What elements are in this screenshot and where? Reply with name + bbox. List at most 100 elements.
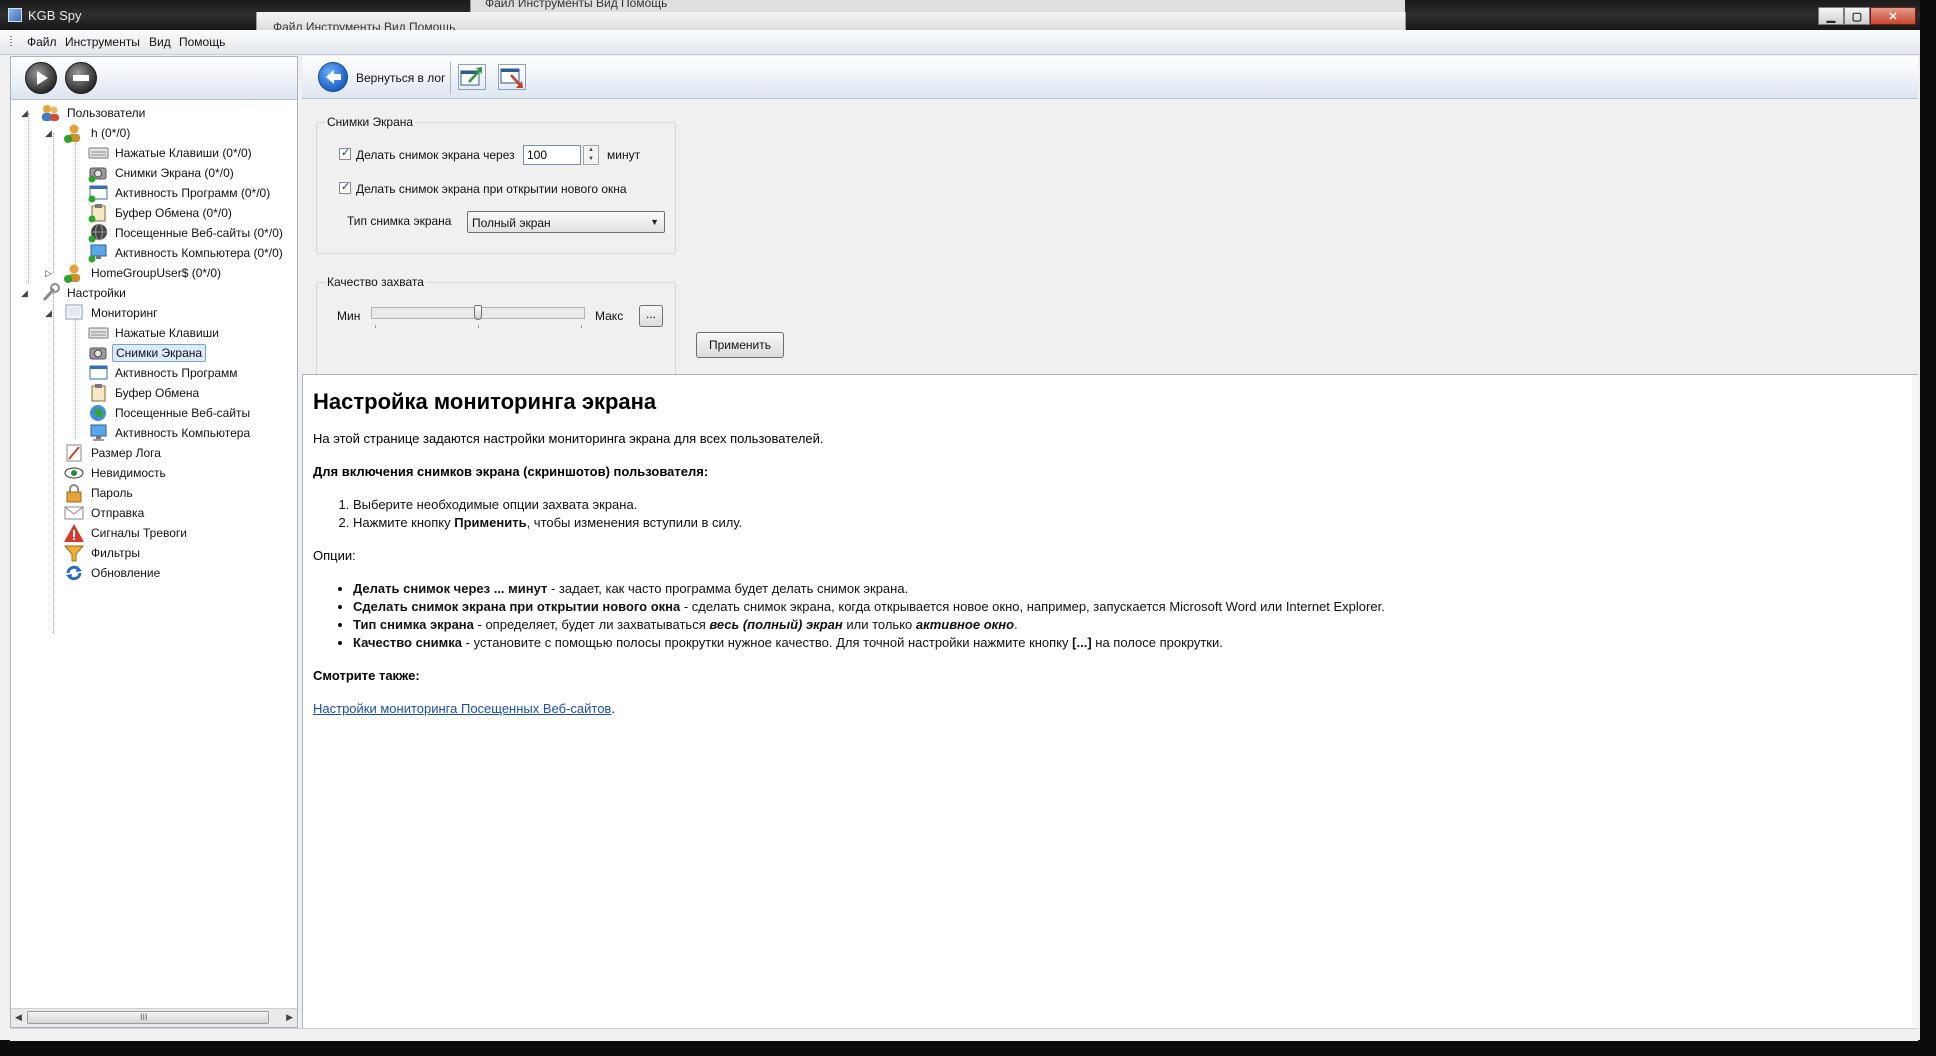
tree-item-settings[interactable]: ◢ Настройки <box>21 283 129 303</box>
title-bar[interactable]: KGB Spy Файл Инструменты Вид Помощь Файл… <box>0 0 1920 32</box>
tree-item-user-h[interactable]: ◢ h (0*/0) <box>45 123 133 143</box>
tree-item-label: Активность Программ <box>115 366 238 380</box>
type-select[interactable]: Полный экран ▼ <box>467 211 665 233</box>
tree-item-filters[interactable]: Фильтры <box>63 543 143 563</box>
new-window-label: Делать снимок экрана при открытии нового… <box>356 182 627 196</box>
background-window: Файл Инструменты Вид Помощь <box>256 12 1406 32</box>
dropdown-arrow-icon: ▼ <box>650 217 659 227</box>
tree-item-label: HomeGroupUser$ (0*/0) <box>91 266 222 280</box>
monitor-icon <box>63 303 85 323</box>
tree-item-label: Пароль <box>91 486 133 500</box>
quality-slider-thumb[interactable] <box>474 305 482 320</box>
close-button[interactable]: ✕ <box>1870 7 1916 25</box>
tree-item-log-size[interactable]: Размер Лога <box>63 443 164 463</box>
quality-group-title: Качество захвата <box>325 275 426 289</box>
maximize-button[interactable]: ▢ <box>1844 7 1870 25</box>
tree-item-programs[interactable]: Активность Программ <box>87 363 241 383</box>
help-step-1: Выберите необходимые опции захвата экран… <box>353 497 1873 512</box>
tree-item-label: Отправка <box>91 506 145 520</box>
tree-item-label: Размер Лога <box>91 446 161 460</box>
tree-item-label: Сигналы Тревоги <box>91 526 188 540</box>
help-content: Настройка мониторинга экрана На этой стр… <box>313 389 1873 734</box>
tree-item-screenshots[interactable]: Снимки Экрана <box>87 343 207 363</box>
tree-item-clipboard-log[interactable]: Буфер Обмена (0*/0) <box>87 203 235 223</box>
tree-item-programs-log[interactable]: Активность Программ (0*/0) <box>87 183 273 203</box>
toolbar-separator <box>450 62 451 94</box>
start-button[interactable] <box>25 62 57 94</box>
import-settings-icon[interactable] <box>498 64 526 90</box>
collapse-arrow-icon[interactable]: ◢ <box>45 308 55 318</box>
slider-tick <box>478 325 479 328</box>
tree-item-monitoring[interactable]: ◢ Мониторинг <box>45 303 161 323</box>
scroll-left-icon[interactable]: ◀ <box>15 1012 22 1023</box>
menu-file[interactable]: Файл <box>27 35 57 49</box>
slider-tick <box>375 325 376 328</box>
scrollbar-thumb[interactable]: III <box>27 1011 269 1024</box>
help-link-websites[interactable]: Настройки мониторинга Посещенных Веб-сай… <box>313 701 611 716</box>
tree-item-label: Посещенные Веб-сайты <box>115 406 251 420</box>
tree-item-screenshots-log[interactable]: Снимки Экрана (0*/0) <box>87 163 237 183</box>
interval-input[interactable] <box>523 145 581 165</box>
expand-arrow-icon[interactable]: ▷ <box>45 268 55 278</box>
tree-item-label: Мониторинг <box>91 306 158 320</box>
tree-item-websites[interactable]: Посещенные Веб-сайты <box>87 403 253 423</box>
collapse-arrow-icon[interactable]: ◢ <box>21 108 31 118</box>
scrollbar-grip: III <box>140 1012 148 1022</box>
back-arrow-icon[interactable] <box>318 62 348 92</box>
computer-icon <box>87 423 109 443</box>
tree-item-password[interactable]: Пароль <box>63 483 136 503</box>
type-label: Тип снимка экрана <box>347 214 452 228</box>
menu-bar: Файл Инструменты Вид Помощь <box>0 30 1920 55</box>
tree-item-computer[interactable]: Активность Компьютера <box>87 423 253 443</box>
apply-button[interactable]: Применить <box>696 332 784 358</box>
refresh-icon <box>63 563 85 583</box>
tree-item-alerts[interactable]: Сигналы Тревоги <box>63 523 190 543</box>
quality-fine-tune-button[interactable]: ... <box>639 305 663 327</box>
tree-item-keystrokes[interactable]: Нажатые Клавиши <box>87 323 222 343</box>
tree-item-websites-log[interactable]: Посещенные Веб-сайты (0*/0) <box>87 223 286 243</box>
tree-item-label: Активность Компьютера (0*/0) <box>115 246 283 260</box>
interval-checkbox[interactable] <box>339 146 351 160</box>
tree-item-sending[interactable]: Отправка <box>63 503 147 523</box>
interval-stepper[interactable]: ▲ ▼ <box>583 145 599 165</box>
tree-item-label: Снимки Экрана <box>112 344 207 362</box>
tree-item-label: Активность Программ (0*/0) <box>115 186 271 200</box>
tree-item-clipboard[interactable]: Буфер Обмена <box>87 383 202 403</box>
scroll-right-icon[interactable]: ▶ <box>286 1012 293 1023</box>
tree-item-update[interactable]: Обновление <box>63 563 163 583</box>
help-title: Настройка мониторинга экрана <box>313 389 657 414</box>
back-to-log-button[interactable]: Вернуться в лог <box>356 71 445 85</box>
help-panel: Настройка мониторинга экрана На этой стр… <box>302 374 1918 1028</box>
tree-horizontal-scrollbar[interactable]: ◀ III ▶ <box>11 1008 297 1027</box>
menu-view[interactable]: Вид <box>149 35 171 49</box>
tree-item-invisibility[interactable]: Невидимость <box>63 463 169 483</box>
minimize-button[interactable]: ▁ <box>1818 7 1844 25</box>
background-window-menu: Файл Инструменты Вид Помощь <box>485 0 668 10</box>
export-settings-icon[interactable] <box>458 64 486 90</box>
collapse-arrow-icon[interactable]: ◢ <box>21 288 31 298</box>
tree-item-label: Посещенные Веб-сайты (0*/0) <box>115 226 283 240</box>
screenshots-group-title: Снимки Экрана <box>325 115 416 129</box>
window-controls: ▁ ▢ ✕ <box>1818 7 1916 25</box>
navigation-tree: ◢ Пользователи ◢ h (0*/0) Нажатые Клавиш… <box>11 103 297 993</box>
new-window-checkbox[interactable] <box>339 180 351 194</box>
app-window: KGB Spy Файл Инструменты Вид Помощь Файл… <box>0 0 1920 1041</box>
tree-item-label: h (0*/0) <box>91 126 131 140</box>
tree-item-users[interactable]: ◢ Пользователи <box>21 103 148 123</box>
tree-item-label: Пользователи <box>67 106 146 120</box>
spin-up-icon[interactable]: ▲ <box>584 146 598 155</box>
user-icon <box>63 123 85 143</box>
help-scrollbar[interactable] <box>1912 375 1918 1027</box>
tree-item-label: Фильтры <box>91 546 140 560</box>
stop-icon <box>66 63 96 93</box>
keyboard-icon <box>87 143 109 163</box>
menu-tools[interactable]: Инструменты <box>65 35 140 49</box>
spin-down-icon[interactable]: ▼ <box>584 155 598 164</box>
tree-item-keystrokes-log[interactable]: Нажатые Клавиши (0*/0) <box>87 143 255 163</box>
tree-item-label: Активность Компьютера <box>115 426 251 440</box>
menu-help[interactable]: Помощь <box>179 35 225 49</box>
tree-item-computer-log[interactable]: Активность Компьютера (0*/0) <box>87 243 286 263</box>
stop-button[interactable] <box>65 62 97 94</box>
collapse-arrow-icon[interactable]: ◢ <box>45 128 55 138</box>
tree-item-user-homegroup[interactable]: ▷ HomeGroupUser$ (0*/0) <box>45 263 224 283</box>
